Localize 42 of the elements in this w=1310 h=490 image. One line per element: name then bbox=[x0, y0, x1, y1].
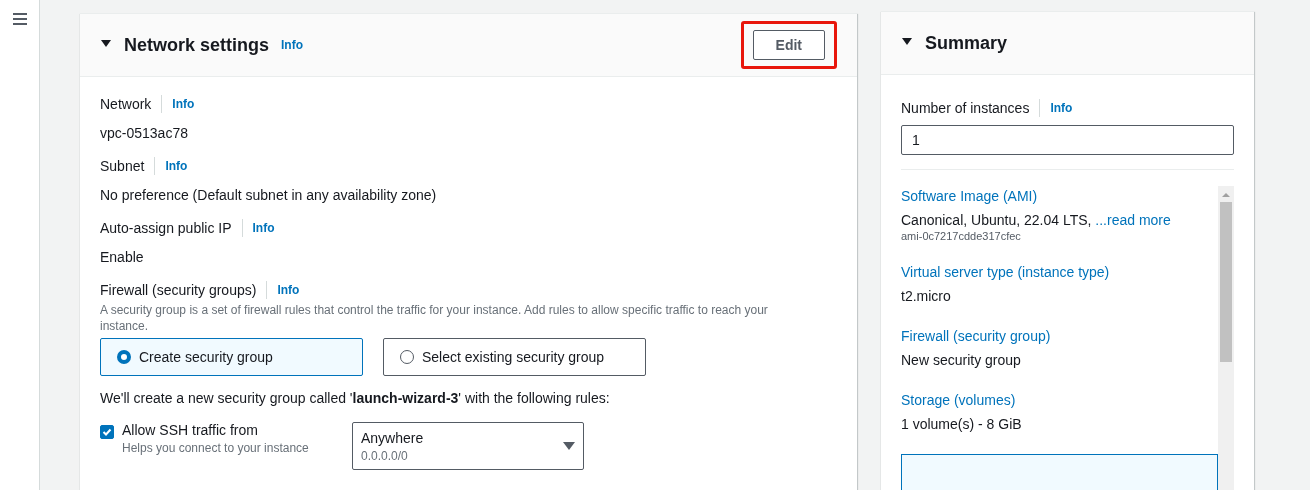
info-link[interactable]: Info bbox=[155, 159, 188, 173]
scrollbar[interactable] bbox=[1218, 186, 1234, 490]
checkbox-hint: Helps you connect to your instance bbox=[122, 441, 309, 455]
checkbox[interactable] bbox=[100, 425, 114, 439]
summary-link[interactable]: Firewall (security group) bbox=[901, 326, 1218, 346]
info-link[interactable]: Info bbox=[281, 38, 304, 52]
info-link[interactable]: Info bbox=[242, 221, 275, 235]
field-value: vpc-0513ac78 bbox=[100, 124, 189, 143]
info-link[interactable]: Info bbox=[1040, 101, 1073, 115]
scrollbar-thumb[interactable] bbox=[1220, 202, 1232, 362]
panel-title: Network settings bbox=[124, 34, 270, 56]
edit-button[interactable]: Edit bbox=[752, 30, 825, 60]
radio-option[interactable]: Select existing security group bbox=[383, 338, 646, 376]
read-more-link[interactable]: ...read more bbox=[1095, 212, 1171, 228]
menu-icon[interactable] bbox=[12, 13, 27, 25]
summary-link[interactable]: Virtual server type (instance type) bbox=[901, 262, 1218, 282]
summary-value: t2.micro bbox=[901, 287, 952, 306]
instances-input[interactable]: 1 bbox=[901, 125, 1234, 155]
summary-detail: ami-0c7217cdde317cfec bbox=[901, 230, 1022, 242]
info-link[interactable]: Info bbox=[267, 283, 300, 297]
field-value: No preference (Default subnet in any availability zone) bbox=[100, 186, 438, 205]
info-link[interactable]: Info bbox=[162, 97, 195, 111]
panel-title: Summary bbox=[925, 32, 1008, 54]
field-label: Auto-assign public IP bbox=[100, 219, 243, 237]
radio-button[interactable] bbox=[117, 350, 131, 364]
field-label: Network bbox=[100, 95, 163, 113]
summary-link[interactable]: Storage (volumes) bbox=[901, 390, 1218, 410]
field-description: A security group is a set of firewall rules that control the traffic for your instance. Add rules to allow specific traffic to reach your instance. bbox=[100, 302, 769, 334]
radio-option[interactable]: Create security group bbox=[100, 338, 363, 376]
radio-button[interactable] bbox=[400, 350, 414, 364]
summary-value: Canonical, Ubuntu, 22.04 LTS, ...read more bbox=[901, 211, 1172, 230]
field-label: Subnet bbox=[100, 157, 156, 175]
source-dropdown[interactable]: Anywhere 0.0.0.0/0 bbox=[352, 422, 584, 470]
summary-value: 1 volume(s) - 8 GiB bbox=[901, 415, 1023, 434]
dropdown-caret-icon bbox=[563, 441, 575, 451]
summary-link[interactable]: Software Image (AMI) bbox=[901, 186, 1218, 206]
info-sentence: We'll create a new security group called 'launch-wizard-3' with the following rules: bbox=[100, 389, 611, 408]
field-value: Enable bbox=[100, 248, 145, 267]
field-label: Number of instances bbox=[901, 99, 1041, 117]
checkbox-label: Allow SSH traffic from bbox=[122, 422, 259, 438]
summary-value: New security group bbox=[901, 351, 1022, 370]
field-label: Firewall (security groups) bbox=[100, 281, 268, 299]
